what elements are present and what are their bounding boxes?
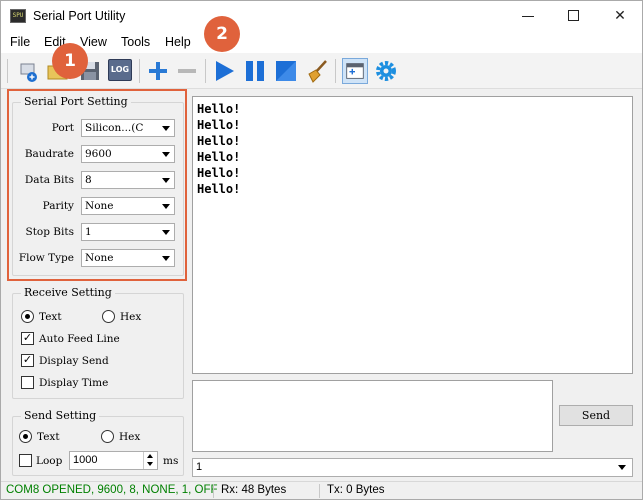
toolbar: LOG [1, 53, 642, 89]
chevron-down-icon [618, 465, 626, 470]
new-session-icon[interactable] [15, 58, 41, 84]
menu-help[interactable]: Help [165, 35, 191, 49]
receive-line: Hello! [197, 134, 241, 148]
receive-line: Hello! [197, 118, 241, 132]
send-history-value: 1 [196, 461, 203, 473]
window-layout-icon[interactable] [342, 58, 368, 84]
send-text-radio[interactable] [19, 430, 32, 443]
menu-bar: File Edit View Tools Help [1, 32, 642, 53]
loop-interval-input[interactable]: 1000 [69, 451, 158, 470]
status-separator [213, 484, 214, 498]
display-time-label: Display Time [39, 377, 109, 389]
menu-tools[interactable]: Tools [121, 35, 150, 49]
app-window: SPU Serial Port Utility ✕ File Edit View… [0, 0, 643, 500]
receive-text-label: Text [39, 311, 62, 323]
loop-checkbox[interactable] [19, 454, 32, 467]
maximize-button[interactable] [551, 1, 597, 32]
send-hex-label: Hex [119, 431, 141, 443]
rx-count: Rx: 48 Bytes [221, 484, 287, 496]
status-separator [319, 484, 320, 498]
receive-line: Hello! [197, 182, 241, 196]
annotation-badge-1: 1 [52, 43, 88, 79]
minimize-button[interactable] [505, 1, 551, 32]
settings-gear-icon[interactable] [373, 58, 399, 84]
connection-status: COM8 OPENED, 9600, 8, NONE, 1, OFF [6, 484, 218, 496]
send-setting-title: Send Setting [21, 409, 100, 422]
menu-file[interactable]: File [10, 35, 30, 49]
remove-icon[interactable] [174, 58, 200, 84]
loop-label: Loop [36, 455, 63, 467]
status-bar: COM8 OPENED, 9600, 8, NONE, 1, OFF Rx: 4… [1, 481, 642, 499]
loop-interval-stepper[interactable] [143, 452, 157, 469]
auto-feed-line-label: Auto Feed Line [39, 333, 120, 345]
toolbar-separator [7, 59, 8, 83]
receive-text-area[interactable]: Hello! Hello! Hello! Hello! Hello! Hello… [192, 96, 633, 374]
chevron-up-icon [147, 454, 153, 458]
display-time-checkbox[interactable] [21, 376, 34, 389]
receive-setting-title: Receive Setting [21, 286, 115, 299]
add-icon[interactable] [145, 58, 171, 84]
play-icon[interactable] [211, 58, 237, 84]
send-history-select[interactable]: 1 [192, 458, 633, 477]
clear-broom-icon[interactable] [305, 58, 331, 84]
annotation-highlight-box [7, 89, 187, 281]
close-button[interactable]: ✕ [597, 1, 643, 32]
toolbar-separator [139, 59, 140, 83]
loop-interval-value: 1000 [73, 454, 98, 466]
app-logo-icon: SPU [10, 9, 26, 23]
annotation-badge-2: 2 [204, 16, 240, 52]
display-send-label: Display Send [39, 355, 109, 367]
title-bar: SPU Serial Port Utility ✕ [1, 1, 642, 32]
toolbar-separator [205, 59, 206, 83]
send-text-label: Text [37, 431, 60, 443]
receive-line: Hello! [197, 102, 241, 116]
auto-feed-line-checkbox[interactable]: ✓ [21, 332, 34, 345]
window-title: Serial Port Utility [33, 9, 126, 23]
receive-hex-label: Hex [120, 311, 142, 323]
toolbar-separator [335, 59, 336, 83]
pause-icon[interactable] [242, 58, 268, 84]
minimize-icon [522, 16, 534, 17]
menu-view[interactable]: View [80, 35, 107, 49]
stop-icon[interactable] [273, 58, 299, 84]
chevron-down-icon [147, 462, 153, 466]
display-send-checkbox[interactable]: ✓ [21, 354, 34, 367]
tx-count: Tx: 0 Bytes [327, 484, 385, 496]
ms-unit-label: ms [163, 455, 179, 467]
receive-line: Hello! [197, 150, 241, 164]
send-hex-radio[interactable] [101, 430, 114, 443]
log-icon[interactable]: LOG [108, 59, 132, 81]
receive-hex-radio[interactable] [102, 310, 115, 323]
receive-text-radio[interactable] [21, 310, 34, 323]
maximize-icon [568, 10, 579, 21]
send-text-area[interactable] [192, 380, 553, 452]
send-button[interactable]: Send [559, 405, 633, 426]
receive-line: Hello! [197, 166, 241, 180]
